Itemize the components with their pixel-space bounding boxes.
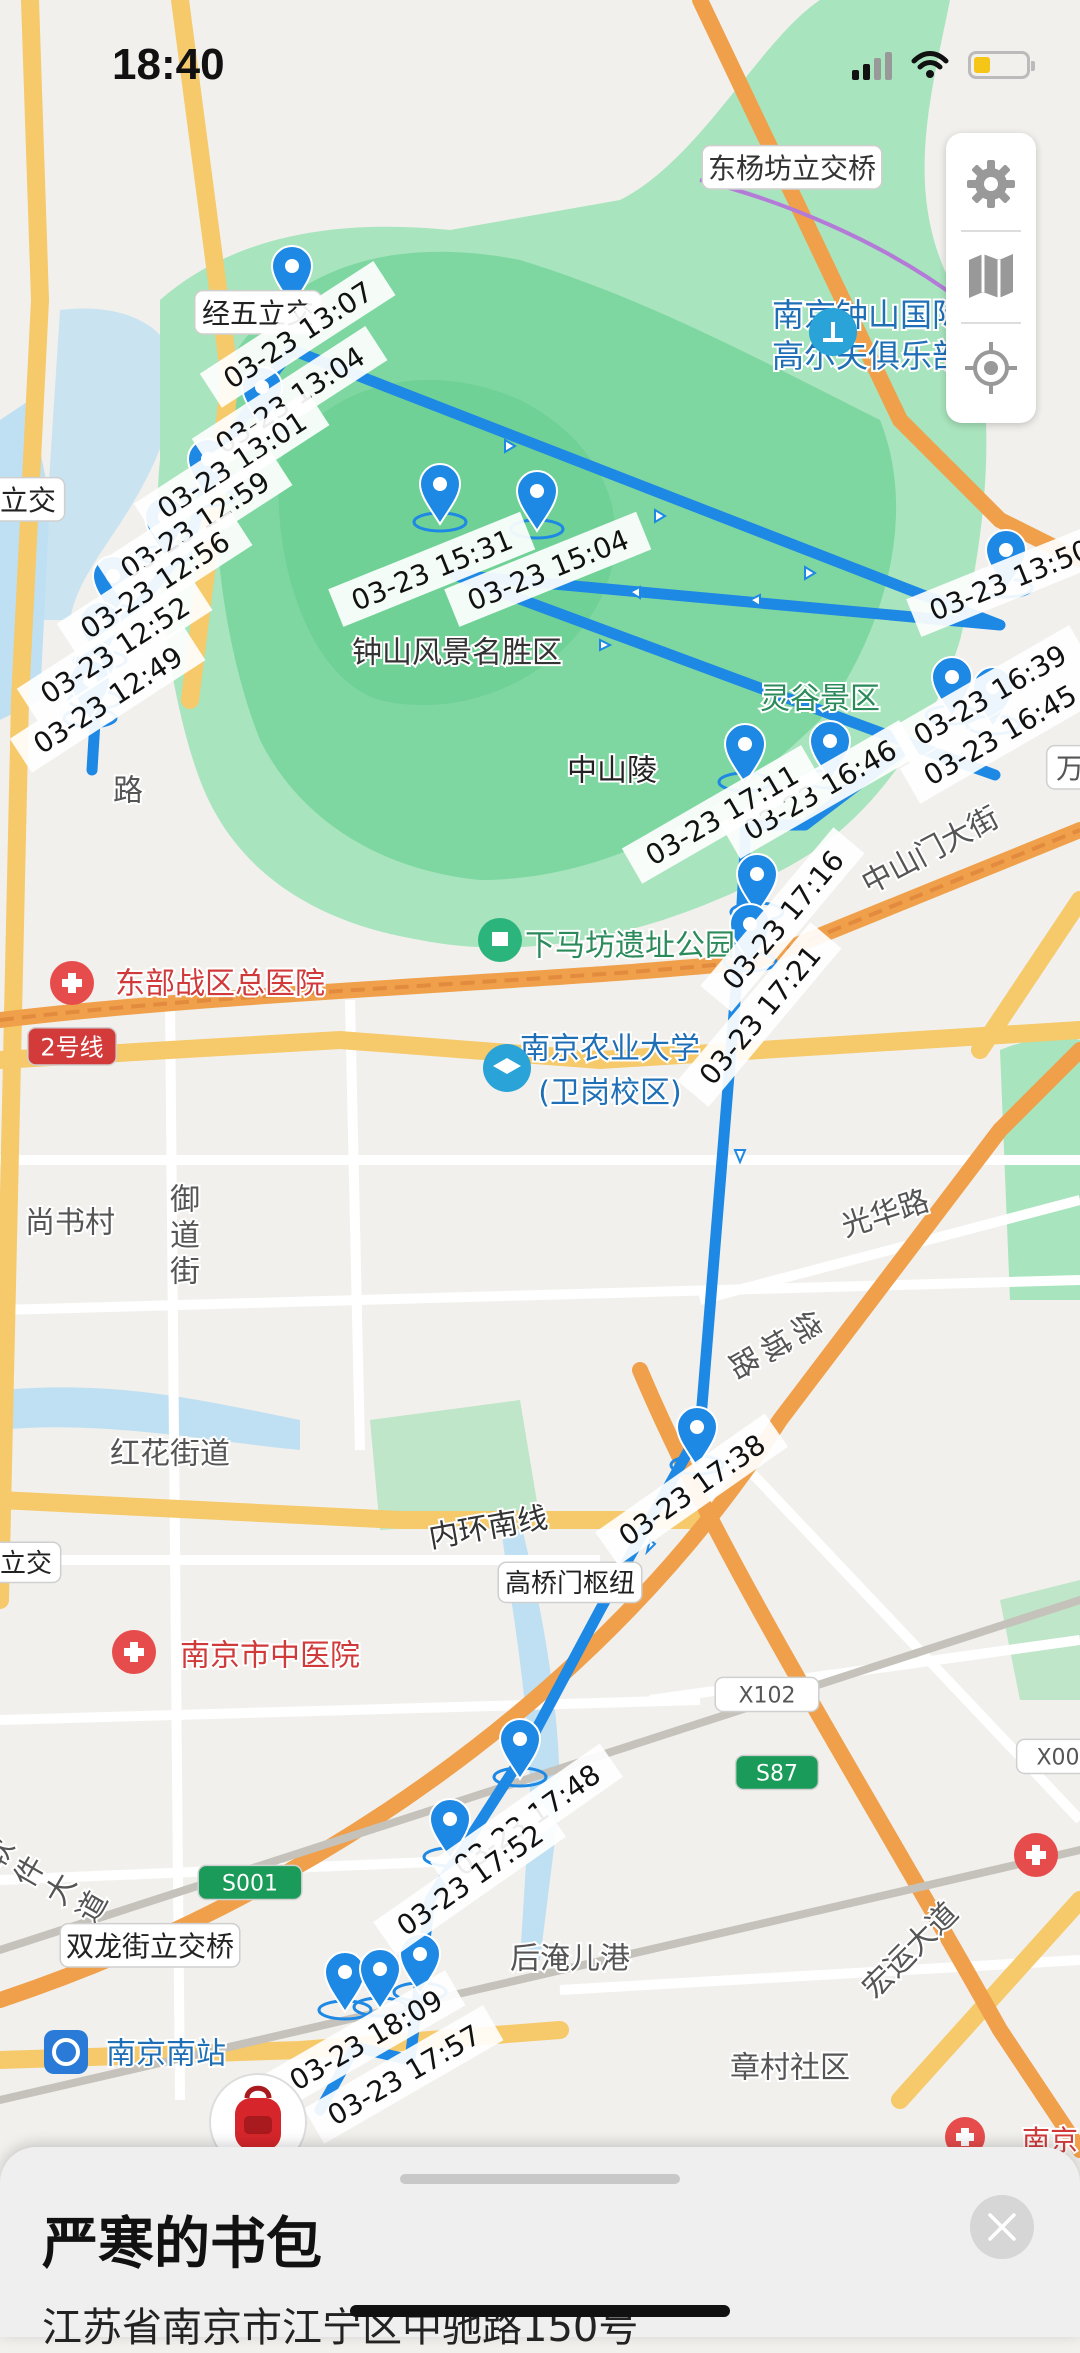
park-icon [478, 918, 522, 962]
map-label: S001 [197, 1864, 303, 1901]
wifi-icon [911, 51, 949, 78]
svg-text:高桥门枢纽: 高桥门枢纽 [505, 1569, 635, 1599]
locate-button[interactable] [946, 322, 1036, 414]
hospital-icon [50, 961, 94, 1005]
svg-text:S87: S87 [756, 1762, 798, 1787]
svg-text:X102: X102 [738, 1684, 795, 1709]
gear-icon [967, 160, 1015, 208]
home-indicator [350, 2305, 730, 2317]
svg-text:南京钟山国际: 南京钟山国际 [772, 296, 964, 334]
school-icon [483, 1044, 531, 1092]
svg-text:万: 万 [1056, 752, 1080, 785]
map-label: (卫岗校区) [536, 1074, 683, 1113]
svg-text:立交: 立交 [0, 1549, 52, 1579]
map-label: 万 [1045, 744, 1080, 790]
map-controls [946, 133, 1036, 423]
hospital-icon [1014, 1833, 1058, 1877]
svg-text:钟山风景名胜区: 钟山风景名胜区 [352, 636, 562, 671]
map-label: 南京市中医院 [178, 1637, 362, 1676]
map-view[interactable]: 东杨坊立交桥经五立交 南京钟山国际高尔夫俱乐部立交钟山风景名胜区灵谷景区中山陵下马… [0, 0, 1080, 2337]
settings-button[interactable] [946, 138, 1036, 230]
map-label: 下马坊遗址公园 [523, 927, 737, 966]
map-label: 中山陵 [565, 752, 659, 791]
svg-text:南京南站: 南京南站 [106, 2037, 226, 2072]
map-label: 钟山风景名胜区 [350, 634, 564, 673]
map-label: X00 [1015, 1738, 1080, 1775]
svg-text:S001: S001 [222, 1872, 278, 1897]
map-label: 双龙街立交桥 [59, 1922, 241, 1968]
svg-text:红花街道: 红花街道 [110, 1437, 230, 1472]
map-label: 尚书村 [23, 1204, 117, 1243]
svg-text:立交: 立交 [0, 484, 56, 517]
svg-text:尚书村: 尚书村 [25, 1206, 115, 1241]
map-label: 2号线 [27, 1027, 117, 1066]
map-label: X102 [714, 1676, 820, 1713]
svg-text:中山陵: 中山陵 [567, 754, 657, 789]
svg-text:高尔夫俱乐部: 高尔夫俱乐部 [772, 337, 964, 375]
svg-text:X00: X00 [1036, 1746, 1079, 1771]
map-label: 立交 [0, 476, 66, 522]
battery-icon [968, 51, 1035, 79]
svg-text:(卫岗校区): (卫岗校区) [538, 1076, 681, 1111]
map-label: 红花街道 [108, 1435, 232, 1474]
svg-text:下马坊遗址公园: 下马坊遗址公园 [525, 929, 735, 964]
svg-text:南京农业大学: 南京农业大学 [520, 1032, 700, 1067]
svg-text:2号线: 2号线 [40, 1033, 103, 1061]
svg-text:街: 街 [170, 1255, 200, 1290]
map-label: 立交 [0, 1541, 62, 1584]
golf-icon [809, 308, 857, 356]
map-label: 南京钟山国际 [770, 294, 966, 336]
cellular-signal-icon [852, 50, 892, 80]
map-label: 东杨坊立交桥 [701, 144, 883, 190]
map-label: 南京农业大学 [518, 1030, 702, 1069]
map-label: 高尔夫俱乐部 [770, 335, 966, 377]
svg-text:东部战区总医院: 东部战区总医院 [115, 967, 325, 1002]
map-label: 御道街 [168, 1181, 202, 1292]
status-bar: 18:40 [0, 0, 1080, 130]
close-icon [988, 2213, 1016, 2241]
map-label: 后淹儿港 [508, 1940, 632, 1979]
svg-text:灵谷景区: 灵谷景区 [760, 682, 880, 717]
svg-text:章村社区: 章村社区 [730, 2051, 850, 2086]
close-button[interactable] [970, 2195, 1034, 2259]
sheet-drag-handle[interactable] [400, 2174, 680, 2184]
map-label: 路 [111, 772, 145, 811]
svg-text:东杨坊立交桥: 东杨坊立交桥 [708, 152, 876, 185]
train-station-icon [44, 2030, 88, 2074]
map-layers-button[interactable] [946, 230, 1036, 322]
map-label: 高桥门枢纽 [497, 1561, 643, 1604]
svg-text:南京市中医院: 南京市中医院 [180, 1639, 360, 1674]
svg-text:双龙街立交桥: 双龙街立交桥 [66, 1930, 234, 1963]
status-time: 18:40 [112, 40, 225, 89]
locate-icon [965, 342, 1017, 394]
svg-text:路: 路 [113, 774, 143, 809]
map-label: 章村社区 [728, 2049, 852, 2088]
svg-text:后淹儿港: 后淹儿港 [510, 1942, 630, 1977]
hospital-icon [112, 1630, 156, 1674]
map-label: S87 [734, 1754, 820, 1791]
map-label: 东部战区总医院 [113, 965, 327, 1004]
map-label: 南京南站 [104, 2035, 228, 2074]
map-label: 灵谷景区 [758, 680, 882, 719]
device-address: 江苏省南京市江宁区中驰路150号 [42, 2305, 639, 2351]
map-icon [969, 254, 1013, 298]
device-name: 严寒的书包 [42, 2212, 322, 2277]
svg-text:道: 道 [170, 1219, 200, 1254]
svg-text:御: 御 [170, 1183, 200, 1218]
